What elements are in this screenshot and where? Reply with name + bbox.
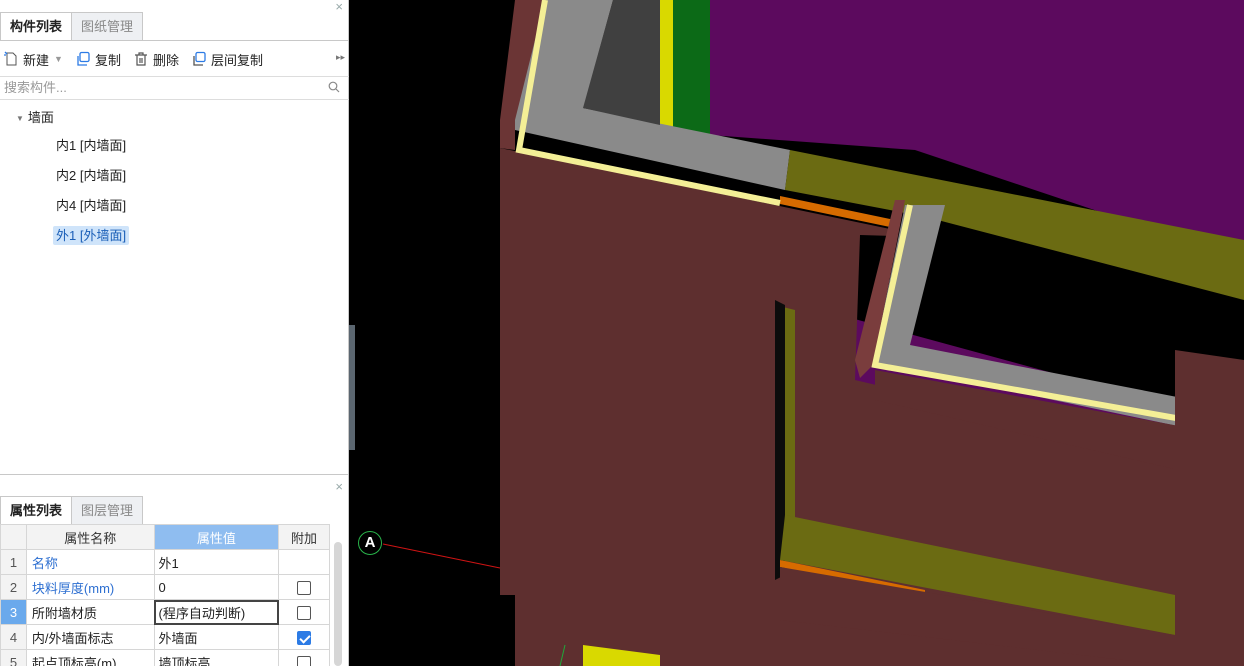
- table-header-row: 属性名称 属性值 附加: [0, 524, 330, 550]
- table-row[interactable]: 2 块料厚度(mm) 0: [0, 574, 330, 600]
- tree-item-label: 外1 [外墙面]: [53, 226, 130, 245]
- floor-copy-button[interactable]: 层间复制: [191, 50, 263, 69]
- tab-component-list[interactable]: 构件列表: [0, 12, 73, 41]
- search-icon[interactable]: [328, 81, 340, 93]
- col-extra-header: 附加: [278, 524, 330, 550]
- green-strip: [673, 0, 710, 135]
- row-number: 3: [0, 599, 27, 625]
- property-extra: [278, 574, 330, 600]
- red-axis-line: [382, 543, 501, 569]
- row-number: 1: [0, 549, 27, 575]
- copy-icon: [77, 51, 90, 66]
- copy-label: 复制: [94, 52, 121, 68]
- chevron-down-icon[interactable]: ▼: [54, 54, 63, 64]
- tab-layer-manage[interactable]: 图层管理: [71, 496, 144, 525]
- delete-label: 删除: [152, 52, 179, 68]
- col-name-header: 属性名称: [25, 524, 155, 550]
- search-input[interactable]: 搜索构件...: [0, 76, 349, 100]
- tree-item[interactable]: 内4 [内墙面]: [0, 191, 349, 221]
- tree-root-label: 墙面: [27, 110, 54, 125]
- table-row[interactable]: 5 起点顶标高(m) 墙顶标高: [0, 649, 330, 666]
- component-tabs: 构件列表 图纸管理: [0, 12, 144, 41]
- close-icon[interactable]: ×: [335, 0, 343, 14]
- trash-icon: [134, 52, 147, 66]
- property-name: 所附墙材质: [25, 599, 155, 625]
- extra-checkbox[interactable]: [297, 655, 312, 666]
- new-file-icon: [4, 51, 17, 66]
- property-scrollbar[interactable]: [334, 542, 342, 666]
- property-tabs: 属性列表 图层管理: [0, 496, 144, 525]
- property-table: 属性名称 属性值 附加 1 名称 外1 2 块料厚度(mm) 0 3 所附墙材质…: [0, 524, 330, 666]
- property-panel: × 属性列表 图层管理 属性名称 属性值 附加 1 名称 外1 2 块料厚度(m…: [0, 476, 349, 666]
- row-number: 4: [0, 624, 27, 650]
- table-row[interactable]: 4 内/外墙面标志 外墙面: [0, 624, 330, 650]
- property-extra: [278, 599, 330, 625]
- property-extra: [278, 649, 330, 666]
- property-value[interactable]: 0: [153, 574, 280, 600]
- extra-checkbox-checked[interactable]: [297, 630, 312, 645]
- tree-item[interactable]: 内2 [内墙面]: [0, 161, 349, 191]
- property-value[interactable]: (程序自动判断): [153, 599, 280, 625]
- tree-collapse-icon[interactable]: ▼: [16, 106, 24, 132]
- tree-item-label: 内2 [内墙面]: [56, 168, 127, 183]
- yellow-column: [660, 0, 673, 128]
- new-button[interactable]: 新建 ▼: [3, 50, 63, 69]
- extra-checkbox[interactable]: [297, 580, 312, 595]
- extra-checkbox[interactable]: [297, 605, 312, 620]
- table-row[interactable]: 1 名称 外1: [0, 549, 330, 575]
- search-placeholder: 搜索构件...: [4, 80, 67, 95]
- new-label: 新建: [23, 52, 50, 68]
- property-value[interactable]: 外墙面: [153, 624, 280, 650]
- tabs-divider: [0, 40, 349, 41]
- tab-drawing-manage[interactable]: 图纸管理: [71, 12, 144, 41]
- app-window: × 构件列表 图纸管理 新建 ▼ 复制 删除 层间复制 ▸▸ 搜索构件... ▼…: [0, 0, 1244, 666]
- property-value[interactable]: 外1: [153, 549, 280, 575]
- wall-right-column: [1175, 350, 1244, 666]
- floor-copy-icon: [193, 51, 206, 66]
- left-panel: × 构件列表 图纸管理 新建 ▼ 复制 删除 层间复制 ▸▸ 搜索构件... ▼…: [0, 0, 349, 666]
- tab-property-list[interactable]: 属性列表: [0, 496, 73, 525]
- component-toolbar: 新建 ▼ 复制 删除 层间复制: [0, 44, 349, 74]
- property-name: 名称: [25, 549, 155, 575]
- col-value-header: 属性值: [153, 524, 280, 550]
- component-list-panel: × 构件列表 图纸管理 新建 ▼ 复制 删除 层间复制 ▸▸ 搜索构件... ▼…: [0, 0, 349, 475]
- floor-copy-label: 层间复制: [210, 52, 263, 68]
- close-icon[interactable]: ×: [335, 479, 343, 494]
- component-tree: ▼ 墙面 内1 [内墙面] 内2 [内墙面] 内4 [内墙面] 外1 [外墙面]: [0, 105, 349, 251]
- tree-item-label: 内1 [内墙面]: [56, 138, 127, 153]
- row-number: 5: [0, 649, 27, 666]
- table-row-selected[interactable]: 3 所附墙材质 (程序自动判断): [0, 599, 330, 625]
- col-num-header: [0, 524, 27, 550]
- property-value[interactable]: 墙顶标高: [153, 649, 280, 666]
- property-extra: [278, 624, 330, 650]
- delete-button[interactable]: 删除: [133, 50, 179, 69]
- property-name: 起点顶标高(m): [25, 649, 155, 666]
- tree-item-selected[interactable]: 外1 [外墙面]: [0, 221, 349, 251]
- tree-item-label: 内4 [内墙面]: [56, 198, 127, 213]
- more-icon[interactable]: ▸▸: [336, 52, 345, 63]
- 3d-model-scene: [382, 0, 1244, 666]
- property-name: 内/外墙面标志: [25, 624, 155, 650]
- tree-item[interactable]: 内1 [内墙面]: [0, 131, 349, 161]
- property-name: 块料厚度(mm): [25, 574, 155, 600]
- 3d-viewport[interactable]: A: [355, 0, 1244, 666]
- axis-label-a: A: [358, 531, 382, 555]
- tree-root-wall-surface[interactable]: ▼ 墙面: [0, 105, 349, 131]
- property-extra: [278, 549, 330, 575]
- row-number: 2: [0, 574, 27, 600]
- copy-button[interactable]: 复制: [75, 50, 121, 69]
